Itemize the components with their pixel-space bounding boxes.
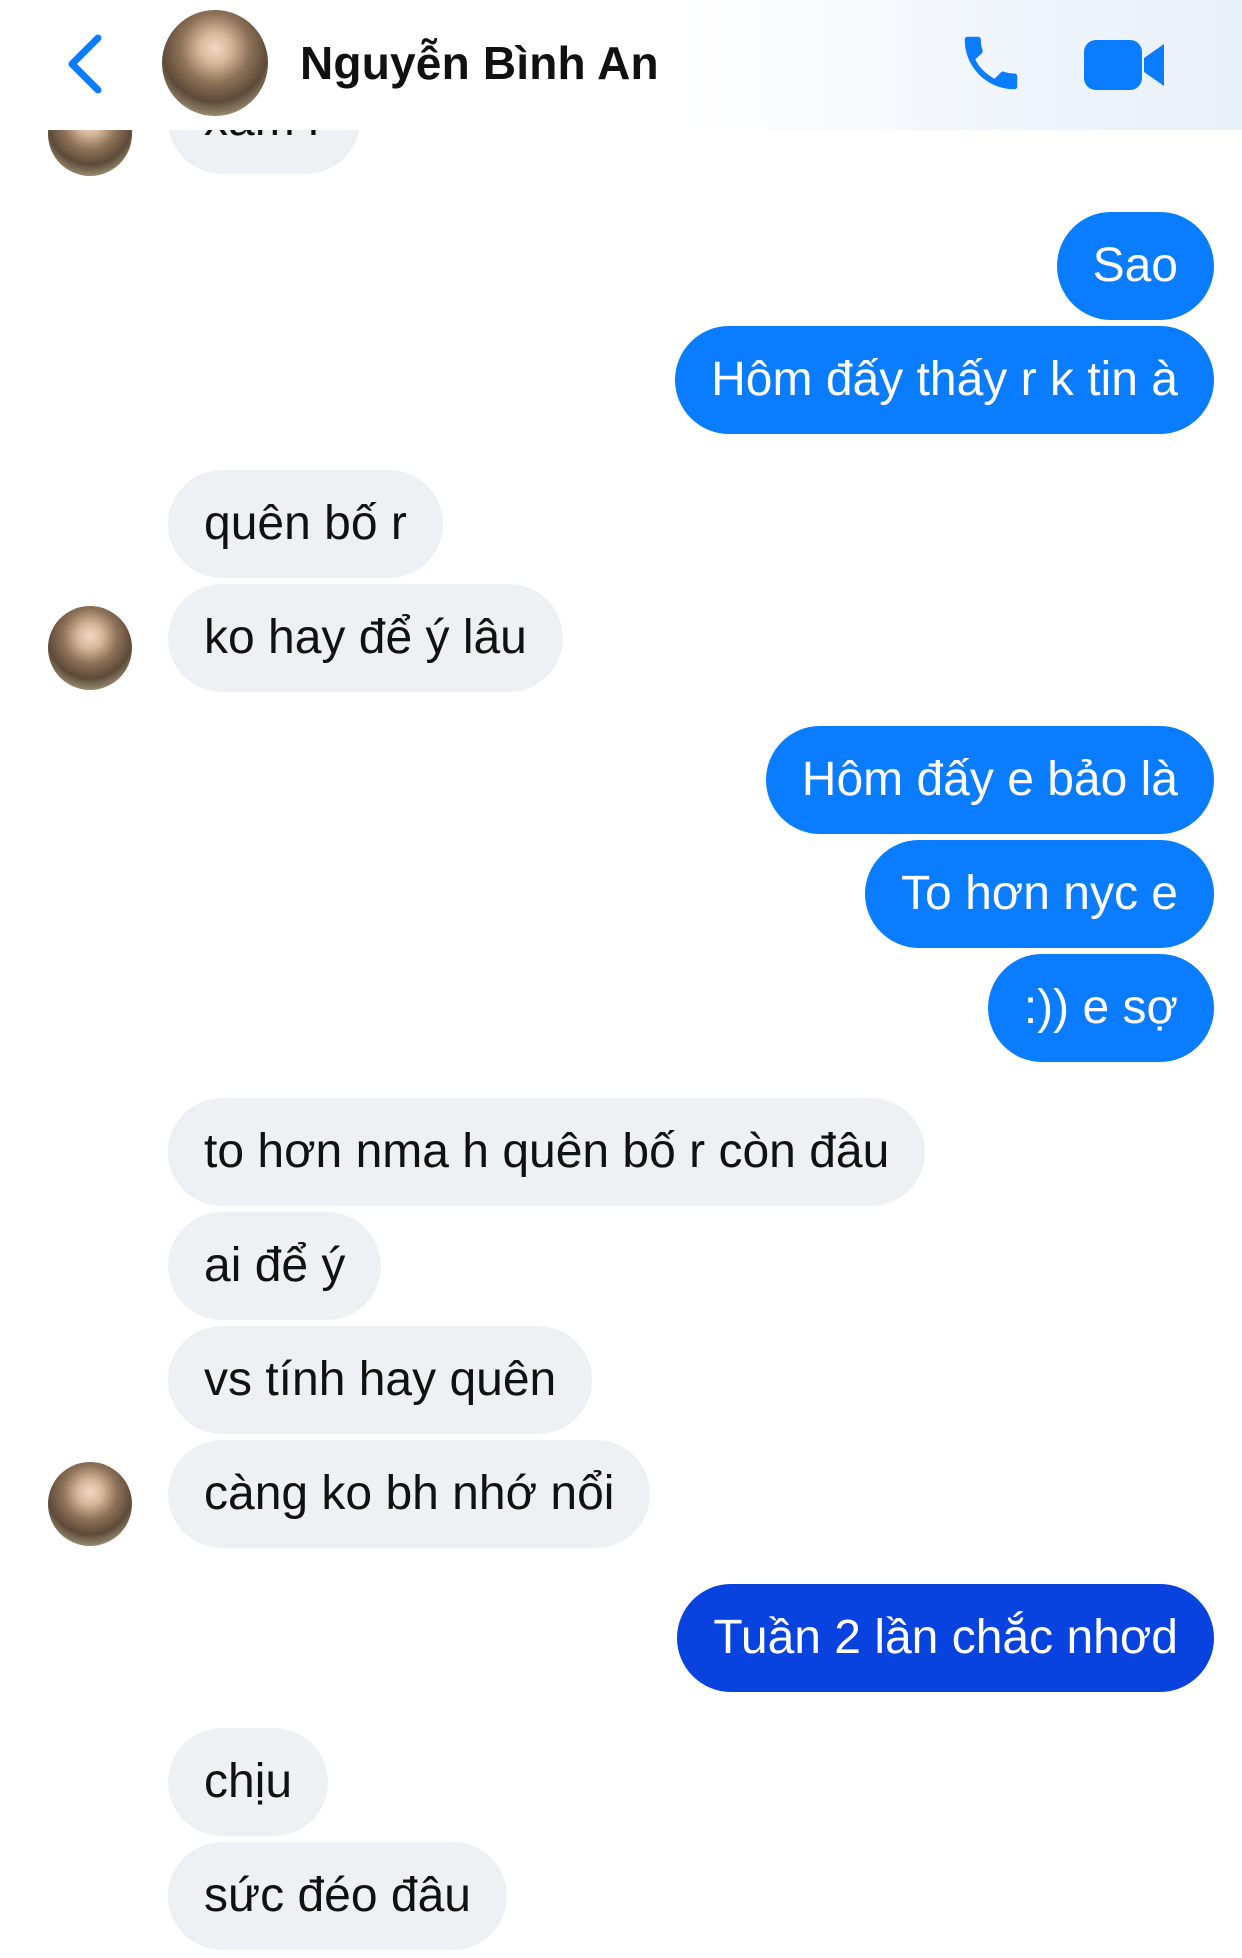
chat-header: Nguyễn Bình An — [0, 0, 1242, 130]
outgoing-message[interactable]: To hơn nyc e — [865, 840, 1214, 948]
video-call-button[interactable] — [1080, 34, 1170, 96]
incoming-message[interactable]: sức đéo đâu — [168, 1842, 507, 1950]
phone-icon — [964, 36, 1018, 90]
incoming-message[interactable]: ko hay để ý lâu — [168, 584, 563, 692]
incoming-message[interactable]: vs tính hay quên — [168, 1326, 593, 1434]
outgoing-message[interactable]: Sao — [1056, 212, 1214, 320]
contact-avatar[interactable] — [48, 606, 132, 690]
contact-name[interactable]: Nguyễn Bình An — [300, 36, 659, 90]
contact-avatar[interactable] — [48, 1462, 132, 1546]
incoming-message[interactable]: càng ko bh nhớ nổi — [168, 1440, 651, 1548]
outgoing-message[interactable]: Tuần 2 lần chắc nhơd — [677, 1584, 1214, 1692]
outgoing-message[interactable]: Hôm đấy e bảo là — [765, 726, 1214, 834]
contact-avatar[interactable] — [162, 10, 268, 116]
incoming-message[interactable]: chịu — [168, 1728, 329, 1836]
incoming-message[interactable]: to hơn nma h quên bố r còn đâu — [168, 1098, 926, 1206]
chevron-left-icon — [68, 34, 102, 94]
incoming-message[interactable]: quên bố r — [168, 470, 443, 578]
video-camera-icon — [1084, 40, 1164, 90]
incoming-message[interactable]: ai để ý — [168, 1212, 382, 1320]
back-button[interactable] — [60, 30, 110, 98]
call-button[interactable] — [956, 28, 1026, 98]
outgoing-message[interactable]: Hôm đấy thấy r k tin à — [675, 326, 1214, 434]
outgoing-message[interactable]: :)) e sợ — [987, 954, 1214, 1062]
